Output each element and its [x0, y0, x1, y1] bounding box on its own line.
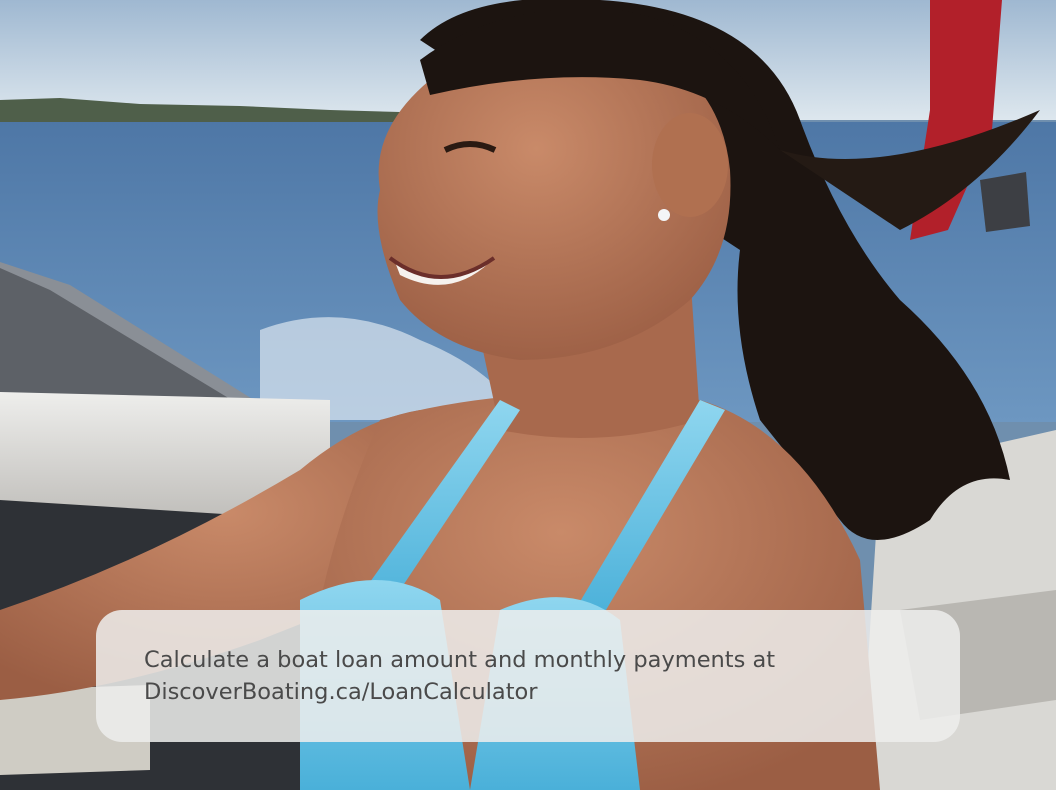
- earring: [658, 209, 670, 221]
- hero-photo: Calculate a boat loan amount and monthly…: [0, 0, 1056, 790]
- caption-box: Calculate a boat loan amount and monthly…: [96, 610, 960, 742]
- caption-link-text[interactable]: DiscoverBoating.ca/LoanCalculator: [144, 676, 920, 708]
- ear: [652, 113, 728, 217]
- caption-line-1: Calculate a boat loan amount and monthly…: [144, 647, 776, 673]
